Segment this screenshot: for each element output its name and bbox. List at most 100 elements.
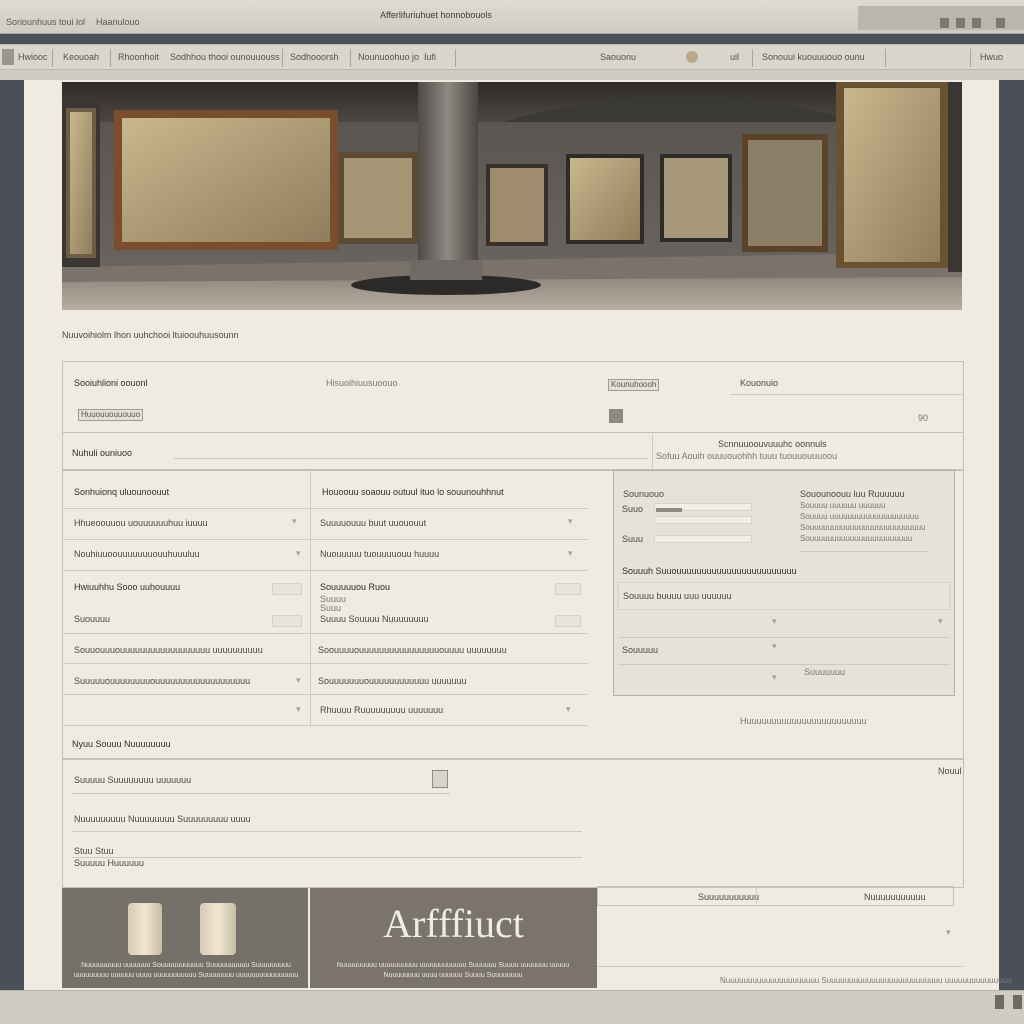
- notes-divider: [800, 551, 928, 552]
- collection-divider: [652, 434, 653, 468]
- toolbar-separator: [110, 49, 111, 67]
- detail-divider: [618, 637, 950, 638]
- page-icon[interactable]: [995, 995, 1004, 1009]
- toolbar-separator: [282, 49, 283, 67]
- row-toggle[interactable]: [555, 615, 581, 627]
- list-col-left-header: Sonhuionq uluounoouut: [74, 487, 170, 497]
- detail-divider: [618, 664, 950, 665]
- row-toggle[interactable]: [272, 615, 302, 627]
- close-icon[interactable]: [996, 18, 1005, 28]
- maximize-icon[interactable]: [972, 18, 981, 28]
- detail-input[interactable]: [654, 535, 752, 543]
- cylinder-image: [128, 903, 162, 955]
- detail-pin-icon[interactable]: ▾: [772, 672, 777, 683]
- row-action-icon[interactable]: ▾: [566, 704, 571, 715]
- row-action-icon[interactable]: ▾: [568, 516, 573, 527]
- app-icon[interactable]: [2, 49, 14, 65]
- toolbar-item[interactable]: Hwuo: [980, 52, 1003, 62]
- list-row-left[interactable]: Nouhiuuoouuuuuuuouuhuuuluu: [74, 549, 200, 559]
- list-row-left[interactable]: Hhueoouuou uouuuuuuhuu iuuuu: [74, 518, 208, 528]
- toolbar-separator: [752, 49, 753, 67]
- menu-left[interactable]: Soriounhuus toui lol: [6, 17, 85, 27]
- lower-title: Nyuu Souuu Nuuuuuuuu: [72, 739, 171, 749]
- card-caption-left: Nuuuuuuuuu uuuuuuu Souuuuuuuuuuu Suuuuuu…: [73, 962, 299, 979]
- detail-pin-icon[interactable]: ▾: [772, 616, 777, 627]
- list-row-left[interactable]: Souuouuuouuuuuuuuuuuuuuuuuu uuuuuuuuuu: [74, 645, 263, 655]
- lower-input-line[interactable]: [72, 793, 450, 794]
- detail-pin-icon[interactable]: ▾: [772, 641, 777, 652]
- detail-pin-icon[interactable]: ▾: [938, 616, 943, 627]
- print-icon[interactable]: [1013, 995, 1022, 1009]
- row-action-icon[interactable]: ▾: [296, 704, 301, 715]
- toolbar-separator: [52, 49, 53, 67]
- list-row-divider: [64, 725, 588, 726]
- cylinder-image: [200, 903, 236, 955]
- toolbar-item[interactable]: Sodhhou thooi ounouuouss: [170, 52, 280, 62]
- list-row-divider: [64, 508, 588, 509]
- menu-right-item[interactable]: Haanulouo: [96, 17, 140, 27]
- toolbar-item[interactable]: Nounuoohuo jo: [358, 52, 419, 62]
- image-icon[interactable]: [609, 409, 623, 423]
- collection-input-line[interactable]: [174, 458, 648, 459]
- toolbar-item[interactable]: Rhoonhoit: [118, 52, 159, 62]
- search-button[interactable]: Kounuhoooh: [608, 379, 660, 391]
- card-tab-left[interactable]: Suuuuuuuuuuu: [698, 892, 759, 902]
- list-row-left[interactable]: Suuuuuouuuuuuuuouuuuuuuuuuuuuuuuuuu: [74, 676, 250, 686]
- list-row-left[interactable]: Hwiuuhhu Sooo uuhouuuu: [74, 582, 180, 592]
- list-row-right[interactable]: Souuuuuuuouuuuuuuuuuuu uuuuuuu: [318, 676, 467, 686]
- search-field-label: Hisuoihiuusuoouo: [326, 378, 398, 388]
- list-row-right[interactable]: Souuuuuou Ruou: [320, 582, 390, 592]
- card-scroll-icon[interactable]: ▾: [946, 927, 951, 938]
- row-action-icon[interactable]: ▾: [296, 548, 301, 559]
- card-tab-right[interactable]: Nuuuuuuuuuuu: [864, 892, 926, 902]
- list-row-divider: [64, 539, 588, 540]
- detail-field-2-label: Souuuuu: [622, 645, 659, 655]
- detail-small-button[interactable]: Suuuuuuu: [804, 667, 845, 677]
- list-col-divider: [310, 471, 311, 726]
- list-row-right[interactable]: Suuuuouuu buut uuououut: [320, 518, 426, 528]
- toolbar-item[interactable]: Saouonu: [600, 52, 636, 62]
- result-count: 90: [918, 413, 929, 423]
- row-action-icon[interactable]: ▾: [296, 675, 301, 686]
- list-row-right[interactable]: Nuouuuuu tuouuuuouu huuuu: [320, 549, 439, 559]
- toolbar-item[interactable]: Keouoah: [63, 52, 99, 62]
- list-row-divider: [64, 663, 588, 664]
- toolbar-item[interactable]: Sodhooorsh: [290, 52, 339, 62]
- detail-input[interactable]: [654, 516, 752, 524]
- detail-label-c: Suuu: [622, 534, 644, 544]
- list-row-divider: [64, 694, 588, 695]
- row-action-icon[interactable]: ▾: [568, 548, 573, 559]
- list-row-right[interactable]: Soouuuuouuuuuuuuuuuuuuuuouuuu uuuuuuuu: [318, 645, 507, 655]
- row-subtext: Suuu: [320, 603, 342, 613]
- list-row-divider: [64, 633, 588, 634]
- row-action-icon[interactable]: ▾: [292, 516, 297, 527]
- search-title: Sooiuhlioni oouonl: [74, 378, 148, 388]
- list-row-left[interactable]: Suouuuu: [74, 614, 110, 624]
- card-bottom-line: [597, 966, 963, 967]
- toolbar-item[interactable]: Sonouui kuouuuouo ounu: [762, 52, 865, 62]
- lower-divider: [72, 831, 582, 832]
- detail-label-b: Suuo: [622, 504, 644, 514]
- list-row-divider: [64, 570, 588, 571]
- brand-name: Arfffiuct: [383, 901, 524, 946]
- toolbar-item[interactable]: Hwiooc: [18, 52, 48, 62]
- row-toggle[interactable]: [555, 583, 581, 595]
- window-title: Afferlifuriuhuet honnobouols: [380, 10, 492, 20]
- row-toggle[interactable]: [272, 583, 302, 595]
- toolbar: Hwiooc Keouoah Rhoonhoit Sodhhou thooi o…: [0, 44, 1024, 70]
- search-input-line[interactable]: [730, 394, 962, 395]
- toolbar-separator: [455, 49, 456, 67]
- pen-icon[interactable]: [432, 770, 448, 788]
- gallery-hero-image: [62, 82, 962, 310]
- toolbar-item[interactable]: Iufi: [424, 52, 436, 62]
- list-row-right[interactable]: Rhuuuu Ruuuuuuuuu uuuuuuu: [320, 705, 443, 715]
- tag-chip[interactable]: Huuouuouuouuo: [78, 409, 144, 421]
- sun-icon[interactable]: [686, 51, 698, 63]
- restore-icon[interactable]: [956, 18, 965, 28]
- lower-corner-label[interactable]: Nouul: [938, 766, 962, 776]
- toolbar-separator: [885, 49, 886, 67]
- minimize-icon[interactable]: [940, 18, 949, 28]
- toolbar-item[interactable]: uil: [730, 52, 739, 62]
- collection-info-heading: Scnnuuoouvuuuhc oonnuls: [718, 439, 827, 449]
- list-row-right[interactable]: Suuuu Souuuu Nuuuuuuuu: [320, 614, 429, 624]
